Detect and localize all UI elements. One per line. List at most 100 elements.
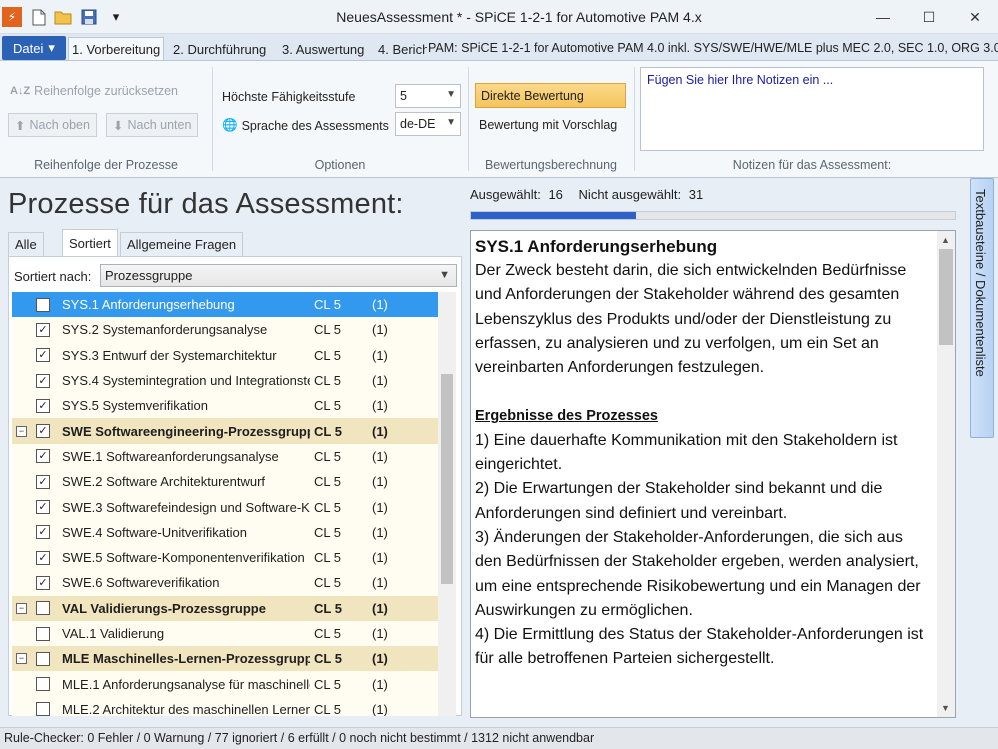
process-row[interactable]: MLE.1 Anforderungsanalyse für maschinell… [12, 671, 438, 697]
max-level-select[interactable]: 5 ▼ [395, 84, 461, 108]
process-name: SWE.4 Software-Unitverifikation [62, 524, 247, 540]
side-tab-label: Textbausteine / Dokumentenliste [973, 189, 988, 377]
capability-level: CL 5 [314, 626, 341, 641]
process-checkbox[interactable]: ✓ [36, 322, 50, 337]
process-group-row[interactable]: − VAL Validierungs-Prozessgruppe CL 5 (1) [12, 595, 438, 621]
scroll-up-icon[interactable]: ▲ [941, 235, 950, 245]
scrollbar-thumb[interactable] [939, 249, 953, 345]
process-group-row[interactable]: − ✓ SWE Softwareengineering-Prozessgruppe C… [12, 418, 438, 444]
process-row[interactable]: MLE.2 Architektur des maschinellen Lerne… [12, 696, 438, 716]
tab-durchfuehrung[interactable]: 2. Durchführung [170, 37, 269, 61]
capability-level: CL 5 [314, 701, 341, 716]
max-level-value: 5 [400, 89, 407, 103]
process-row[interactable]: ✓ SWE.1 Softwareanforderungsanalyse CL 5 (1… [12, 443, 438, 470]
language-select[interactable]: de-DE ▼ [395, 112, 461, 136]
selection-info: Ausgewählt: 16 Nicht ausgewählt: 31 [470, 187, 703, 202]
scroll-down-icon[interactable]: ▼ [941, 703, 950, 713]
process-row[interactable]: ✓ SWE.5 Software-Komponentenverifikation C… [12, 544, 438, 571]
side-tab-textbausteine[interactable]: Textbausteine / Dokumentenliste [970, 178, 994, 438]
file-menu-button[interactable]: Datei ▾ [2, 36, 66, 60]
process-checkbox[interactable] [36, 651, 50, 666]
process-checkbox[interactable]: ✓ [36, 575, 50, 590]
process-name: VAL Validierungs-Prozessgruppe [62, 600, 266, 616]
reset-order-button[interactable]: A↓Z Reihenfolge zurücksetzen [10, 84, 178, 98]
process-row[interactable]: VAL.1 Validierung CL 5 (1) [12, 620, 438, 647]
capability-level: CL 5 [314, 600, 342, 616]
process-checkbox[interactable] [36, 297, 50, 312]
process-row[interactable]: ✓ SWE.2 Software Architekturentwurf CL 5 (1… [12, 469, 438, 495]
process-row[interactable]: ✓ SYS.4 Systemintegration und Integration… [12, 367, 438, 394]
capability-level: CL 5 [314, 347, 341, 363]
process-name: SWE.6 Softwareverifikation [62, 575, 220, 591]
process-description: SYS.1 Anforderungserhebung Der Zweck bes… [470, 230, 956, 718]
process-name: SYS.2 Systemanforderungsanalyse [62, 322, 268, 338]
process-name: SYS.4 Systemintegration und Integrations… [62, 373, 310, 389]
capability-level: CL 5 [314, 398, 341, 414]
process-count: (1) [372, 600, 388, 616]
tab-allgemeine-fragen[interactable]: Allgemeine Fragen [120, 232, 244, 256]
process-list: SYS.1 Anforderungserhebung CL 5 (1) ✓ SYS.2 … [12, 292, 438, 716]
description-scrollbar[interactable]: ▲ ▼ [937, 231, 955, 717]
process-checkbox[interactable] [36, 601, 50, 616]
maximize-button[interactable]: ☐ [906, 0, 952, 34]
process-checkbox[interactable]: ✓ [36, 373, 50, 388]
process-name: SWE.3 Softwarefeindesign und Software-Ko… [62, 499, 310, 515]
process-row[interactable]: ✓ SYS.2 Systemanforderungsanalyse CL 5 (1) [12, 317, 438, 343]
tab-auswertung[interactable]: 3. Auswertung [279, 37, 367, 61]
process-row[interactable]: ✓ SYS.3 Entwurf der Systemarchitektur CL 5… [12, 342, 438, 368]
sort-select[interactable]: Prozessgruppe ▼ [100, 264, 457, 287]
collapse-icon[interactable]: − [16, 602, 27, 614]
direct-rating-button[interactable]: Direkte Bewertung [475, 83, 626, 108]
process-count: (1) [372, 550, 388, 566]
process-count: (1) [372, 373, 388, 389]
process-checkbox[interactable]: ✓ [36, 398, 50, 413]
process-checkbox[interactable]: ✓ [36, 550, 50, 565]
process-count: (1) [372, 398, 388, 414]
process-checkbox[interactable]: ✓ [36, 424, 50, 439]
progress-fill [471, 212, 636, 219]
notes-group-label: Notizen für das Assessment: [732, 158, 892, 172]
tab-bericht[interactable]: 4. Berich [375, 37, 427, 61]
outcome-item: 1) Eine dauerhafte Kommunikation mit den… [475, 431, 898, 474]
tab-alle[interactable]: Alle [8, 232, 44, 256]
process-checkbox[interactable]: ✓ [36, 449, 50, 464]
process-checkbox[interactable] [36, 702, 50, 716]
process-row[interactable]: ✓ SWE.3 Softwarefeindesign und Software-K… [12, 494, 438, 520]
process-checkbox[interactable] [36, 626, 50, 641]
status-bar: Rule-Checker: 0 Fehler / 0 Warnung / 77 … [0, 727, 998, 749]
window-title: NeuesAssessment * - SPiCE 1-2-1 for Auto… [336, 9, 702, 25]
tab-vorbereitung[interactable]: 1. Vorbereitung [68, 37, 165, 61]
capability-level: CL 5 [314, 423, 342, 439]
close-button[interactable]: ✕ [952, 0, 998, 34]
process-row[interactable]: SYS.1 Anforderungserhebung CL 5 (1) [12, 292, 438, 318]
collapse-icon[interactable]: − [16, 653, 27, 665]
process-checkbox[interactable] [36, 677, 50, 692]
capability-level: CL 5 [314, 575, 341, 591]
capability-level: CL 5 [314, 322, 341, 338]
process-checkbox[interactable]: ✓ [36, 348, 50, 363]
process-group-row[interactable]: − MLE Maschinelles-Lernen-Prozessgruppe CL… [12, 646, 438, 672]
process-name: SYS.3 Entwurf der Systemarchitektur [62, 347, 277, 363]
move-up-button[interactable]: ⬆ Nach oben [8, 113, 97, 137]
arrow-up-icon: ⬆ [15, 118, 26, 133]
process-row[interactable]: ✓ SWE.6 Softwareverifikation CL 5 (1) [12, 570, 438, 596]
minimize-button[interactable]: — [860, 0, 906, 34]
process-count: (1) [372, 676, 388, 692]
process-row[interactable]: ✓ SWE.4 Software-Unitverifikation CL 5 (1) [12, 519, 438, 545]
capability-level: CL 5 [314, 550, 341, 566]
notes-textarea[interactable]: Fügen Sie hier Ihre Notizen ein ... [640, 67, 984, 151]
process-checkbox[interactable]: ✓ [36, 474, 50, 489]
file-menu-label: Datei [13, 40, 44, 56]
suggested-rating-button[interactable]: Bewertung mit Vorschlag [479, 118, 617, 132]
process-checkbox[interactable]: ✓ [36, 525, 50, 540]
process-list-scrollbar[interactable] [438, 292, 456, 716]
move-down-button[interactable]: ⬇ Nach unten [106, 113, 199, 137]
process-checkbox[interactable]: ✓ [36, 500, 50, 515]
scrollbar-thumb[interactable] [441, 374, 453, 584]
process-name: SWE.2 Software Architekturentwurf [62, 474, 266, 490]
process-name: MLE.2 Architektur des maschinellen Lerne… [62, 701, 310, 716]
tab-sortiert[interactable]: Sortiert [62, 229, 118, 256]
ribbon-panel: A↓Z Reihenfolge zurücksetzen ⬆ Nach oben… [0, 60, 998, 178]
process-row[interactable]: ✓ SYS.5 Systemverifikation CL 5 (1) [12, 393, 438, 419]
collapse-icon[interactable]: − [16, 425, 27, 437]
